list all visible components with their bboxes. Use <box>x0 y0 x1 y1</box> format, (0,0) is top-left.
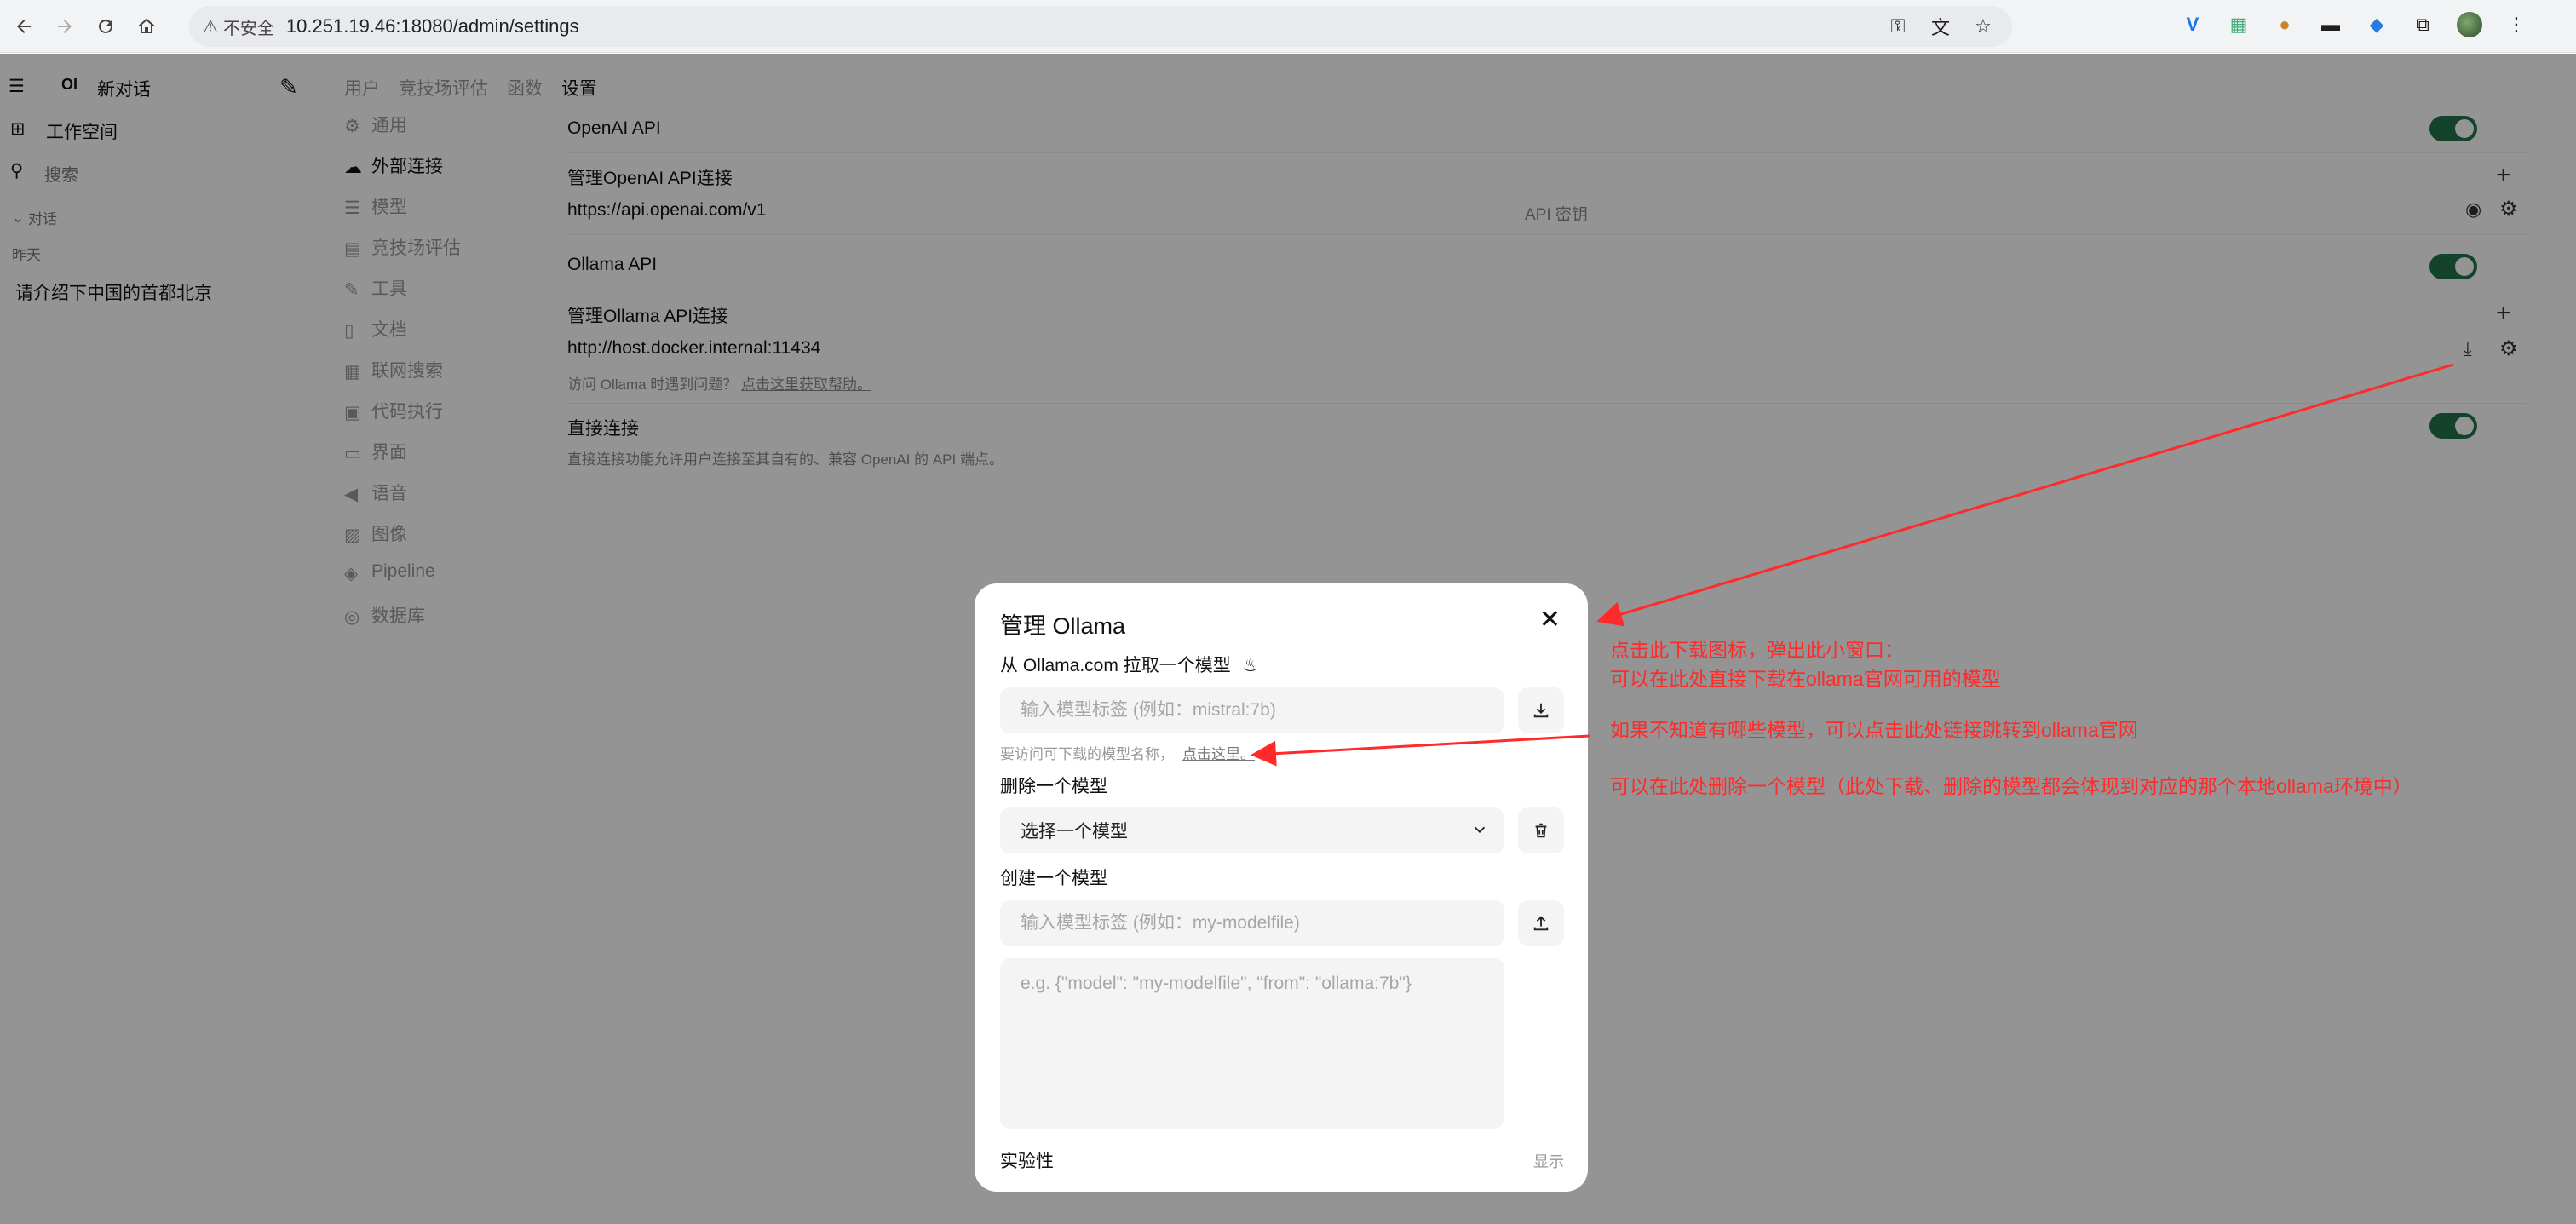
extension-cookie-icon[interactable]: ● <box>2273 13 2297 37</box>
extension-grid-icon[interactable]: ▦ <box>2227 13 2251 37</box>
delete-model-button[interactable] <box>1518 807 1564 853</box>
key-icon[interactable]: ⚿ <box>1886 14 1910 38</box>
home-icon[interactable] <box>129 9 164 43</box>
extensions-puzzle-icon[interactable]: ⧉ <box>2411 13 2435 37</box>
delete-model-select[interactable]: 选择一个模型 <box>1000 807 1504 853</box>
modal-title: 管理 Ollama <box>1000 613 1126 639</box>
annotation-delete: 可以在此处删除一个模型（此处下载、删除的模型都会体现到对应的那个本地ollama… <box>1610 775 2412 797</box>
reload-icon[interactable] <box>89 9 123 43</box>
chevron-down-icon <box>1474 826 1486 834</box>
ollama-logo-icon: ♨ <box>1242 656 1259 675</box>
modelfile-json-textarea[interactable] <box>1000 958 1504 1129</box>
extension-dark-icon[interactable]: ▬ <box>2319 13 2343 37</box>
annotation-library-link: 如果不知道有哪些模型，可以点击此处链接跳转到ollama官网 <box>1610 719 2138 741</box>
insecure-badge[interactable]: ⚠ 不安全 <box>203 14 286 39</box>
address-bar[interactable]: ⚠ 不安全 10.251.19.46:18080/admin/settings … <box>189 6 2012 47</box>
create-model-label: 创建一个模型 <box>1000 869 1107 888</box>
manage-ollama-modal: 管理 Ollama ✕ 从 Ollama.com 拉取一个模型 ♨ 要访问可下载… <box>975 583 1588 1192</box>
forward-icon[interactable] <box>48 9 82 43</box>
download-icon <box>1533 703 1549 718</box>
extension-v-icon[interactable]: V <box>2181 13 2205 37</box>
upload-icon <box>1533 916 1549 931</box>
create-upload-button[interactable] <box>1518 900 1564 946</box>
menu-kebab-icon[interactable]: ⋮ <box>2504 13 2528 37</box>
ollama-library-link[interactable]: 点击这里。 <box>1182 746 1255 762</box>
close-icon[interactable]: ✕ <box>1539 607 1561 633</box>
warning-icon: ⚠ <box>203 17 218 37</box>
pull-hint: 要访问可下载的模型名称， 点击这里。 <box>1000 742 1255 763</box>
pull-label-text: 从 Ollama.com 拉取一个模型 <box>1000 656 1231 675</box>
pull-download-button[interactable] <box>1518 687 1564 733</box>
profile-avatar[interactable] <box>2457 12 2482 37</box>
annotation-line: 点击此下载图标，弹出此小窗口： <box>1610 639 1904 661</box>
create-model-input[interactable] <box>1000 900 1504 946</box>
extension-cube-icon[interactable]: ◆ <box>2365 13 2389 37</box>
url-text[interactable]: 10.251.19.46:18080/admin/settings <box>286 15 579 37</box>
annotation-download: 点击此下载图标，弹出此小窗口： 可以在此处直接下载在ollama官网可用的模型 <box>1610 635 2001 693</box>
browser-toolbar: ⚠ 不安全 10.251.19.46:18080/admin/settings … <box>0 0 2576 53</box>
experimental-label: 实验性 <box>1000 1152 1054 1171</box>
back-icon[interactable] <box>7 9 41 43</box>
extensions-area: V ▦ ● ▬ ◆ ⧉ ⋮ <box>2181 12 2528 37</box>
bookmark-star-icon[interactable]: ☆ <box>1971 14 1995 38</box>
trash-icon <box>1535 823 1547 838</box>
delete-model-label: 删除一个模型 <box>1000 777 1107 796</box>
pull-model-input[interactable] <box>1000 687 1504 733</box>
annotation-line: 可以在此处直接下载在ollama官网可用的模型 <box>1610 668 2001 690</box>
pull-model-label: 从 Ollama.com 拉取一个模型 ♨ <box>1000 652 1258 677</box>
translate-icon[interactable]: 文 <box>1929 14 1952 38</box>
pull-hint-text: 要访问可下载的模型名称， <box>1000 746 1174 762</box>
show-experimental-button[interactable]: 显示 <box>1533 1150 1564 1172</box>
select-value: 选择一个模型 <box>1021 822 1128 842</box>
